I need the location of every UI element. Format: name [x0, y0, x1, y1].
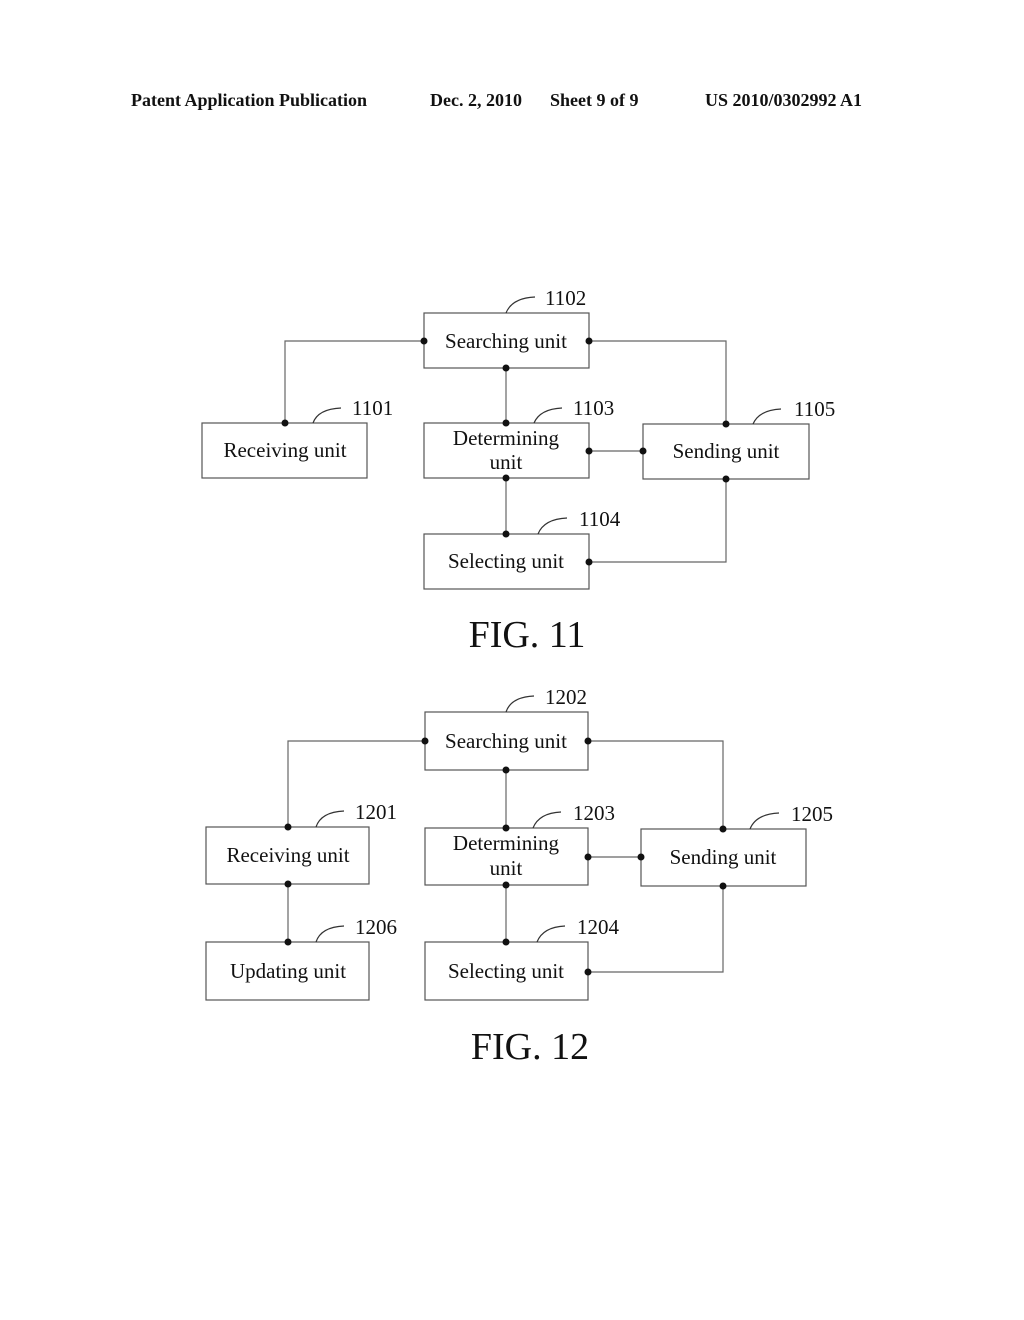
junction-dot: [722, 420, 730, 428]
updating-unit-label: Updating unit: [230, 959, 346, 983]
junction-dot: [502, 364, 510, 372]
junction-dot: [637, 853, 645, 861]
junction-dot: [502, 474, 510, 482]
leader-1206: [315, 925, 345, 943]
leader-1204: [536, 925, 566, 943]
junction-dot: [502, 938, 510, 946]
leader-1203: [532, 811, 562, 829]
junction-dot: [420, 337, 428, 345]
leader-1205: [749, 812, 780, 830]
sending-unit-label: Sending unit: [673, 439, 780, 463]
junction-dot: [284, 938, 292, 946]
determining-unit-label-line2: unit: [490, 450, 523, 474]
ref-1206: 1206: [355, 915, 397, 939]
receiving-unit-label: Receiving unit: [223, 438, 346, 462]
selecting-unit-label: Selecting unit: [448, 959, 564, 983]
leader-1201: [315, 810, 345, 828]
ref-1204: 1204: [577, 915, 620, 939]
ref-1105: 1105: [794, 397, 835, 421]
junction-dot: [584, 737, 592, 745]
junction-dot: [502, 419, 510, 427]
junction-dot: [284, 880, 292, 888]
junction-dot: [585, 337, 593, 345]
ref-1202: 1202: [545, 685, 587, 709]
sending-unit-label: Sending unit: [670, 845, 777, 869]
junction-dot: [719, 825, 727, 833]
diagram-canvas: Searching unit Receiving unit Determinin…: [201, 286, 835, 1068]
junction-dot: [502, 881, 510, 889]
junction-dot: [421, 737, 429, 745]
ref-1102: 1102: [545, 286, 586, 310]
junction-dot: [284, 823, 292, 831]
junction-dot: [502, 824, 510, 832]
junction-dot: [584, 968, 592, 976]
leader-1101: [312, 407, 342, 424]
junction-dot: [584, 853, 592, 861]
determining-unit-label-line1: Determining: [453, 831, 560, 855]
junction-dot: [281, 419, 289, 427]
figure-11-caption: FIG. 11: [469, 614, 586, 656]
figure-12-caption: FIG. 12: [471, 1026, 589, 1068]
ref-1103: 1103: [573, 396, 614, 420]
leader-1202: [505, 695, 535, 713]
ref-1205: 1205: [791, 802, 833, 826]
junction-dot: [639, 447, 647, 455]
leader-1105: [752, 408, 782, 425]
ref-1101: 1101: [352, 396, 393, 420]
junction-dot: [502, 530, 510, 538]
junction-dot: [585, 447, 593, 455]
selecting-unit-label: Selecting unit: [448, 549, 564, 573]
ref-1201: 1201: [355, 800, 397, 824]
junction-dot: [722, 475, 730, 483]
junction-dot: [719, 882, 727, 890]
searching-unit-label: Searching unit: [445, 329, 567, 353]
ref-1104: 1104: [579, 507, 621, 531]
leader-1103: [533, 407, 563, 424]
junction-dot: [585, 558, 593, 566]
junction-dot: [502, 766, 510, 774]
figure-12: Searching unit Receiving unit Determinin…: [205, 685, 833, 1068]
searching-unit-label: Searching unit: [445, 729, 567, 753]
determining-unit-label-line1: Determining: [453, 426, 560, 450]
figure-11: Searching unit Receiving unit Determinin…: [201, 286, 835, 656]
receiving-unit-label: Receiving unit: [226, 843, 349, 867]
ref-1203: 1203: [573, 801, 615, 825]
determining-unit-label-line2: unit: [490, 856, 523, 880]
leader-1104: [537, 517, 568, 535]
leader-1102: [505, 296, 536, 314]
